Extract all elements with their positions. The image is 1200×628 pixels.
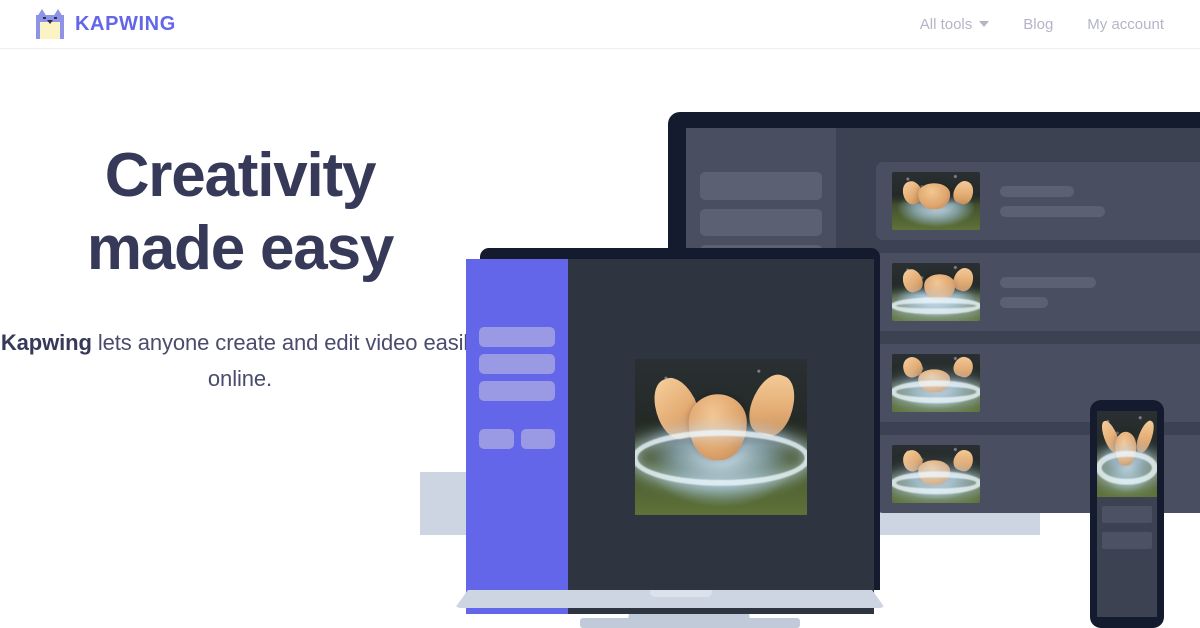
placeholder-line <box>1000 185 1074 197</box>
sidebar-placeholder-bar <box>700 209 822 236</box>
headline-line-1: Creativity <box>104 141 377 210</box>
list-item-text-placeholders <box>1000 276 1096 308</box>
video-thumbnail <box>892 263 980 321</box>
laptop-mockup <box>455 248 885 628</box>
page-title: Creativity made easy <box>0 140 480 285</box>
laptop-screen <box>466 259 874 614</box>
hero-copy: Creativity made easy Kapwing lets anyone… <box>0 140 480 396</box>
sidebar-placeholder-bar <box>479 354 555 374</box>
placeholder-line <box>1000 205 1105 217</box>
nav-item-blog-label: Blog <box>1023 15 1054 33</box>
laptop-app-sidebar <box>466 259 568 614</box>
devices-mockup-illustration <box>420 0 1200 628</box>
sidebar-button-row <box>479 429 555 449</box>
list-item <box>876 253 1200 331</box>
hero-subheading: Kapwing lets anyone create and edit vide… <box>0 325 480 396</box>
video-thumbnail <box>892 354 980 412</box>
kapwing-cat-logo-icon <box>36 9 64 39</box>
video-preview <box>635 358 807 515</box>
sidebar-placeholder-button <box>479 429 514 449</box>
sidebar-placeholder-bar <box>479 381 555 401</box>
nav-item-my-account-label: My account <box>1087 15 1164 33</box>
chevron-down-icon <box>979 21 990 27</box>
site-header: KAPWING All tools Blog My account <box>0 0 1200 49</box>
nav-item-all-tools[interactable]: All tools <box>920 16 990 33</box>
nav-item-my-account[interactable]: My account <box>1087 16 1164 33</box>
phone-frame <box>1090 400 1164 628</box>
video-thumbnail <box>892 172 980 230</box>
list-item <box>876 162 1200 240</box>
placeholder-line <box>1000 296 1048 308</box>
list-item-text-placeholders <box>1000 185 1105 217</box>
video-thumbnail <box>1097 411 1157 497</box>
laptop-canvas <box>568 259 874 614</box>
placeholder-line <box>1000 276 1096 288</box>
brand-wordmark: KAPWING <box>75 12 176 35</box>
phone-screen <box>1097 411 1157 617</box>
hero-subheading-brand: Kapwing <box>0 330 92 356</box>
laptop-trackpad-notch <box>650 590 712 597</box>
brand-logo-link[interactable]: KAPWING <box>36 9 176 39</box>
nav-item-all-tools-label: All tools <box>919 15 973 33</box>
headline-line-2: made easy <box>86 213 395 283</box>
smartphone-mockup <box>1090 400 1164 628</box>
sidebar-placeholder-bar <box>700 172 822 200</box>
phone-placeholder-bar <box>1102 532 1152 549</box>
nav-item-blog[interactable]: Blog <box>1023 16 1053 33</box>
main-navigation: All tools Blog My account <box>920 16 1164 33</box>
sidebar-placeholder-bar <box>479 327 555 347</box>
video-thumbnail <box>892 445 980 503</box>
sidebar-placeholder-button <box>520 429 555 449</box>
phone-placeholder-bar <box>1102 506 1152 523</box>
landing-page: KAPWING All tools Blog My account Creati… <box>0 0 1200 628</box>
